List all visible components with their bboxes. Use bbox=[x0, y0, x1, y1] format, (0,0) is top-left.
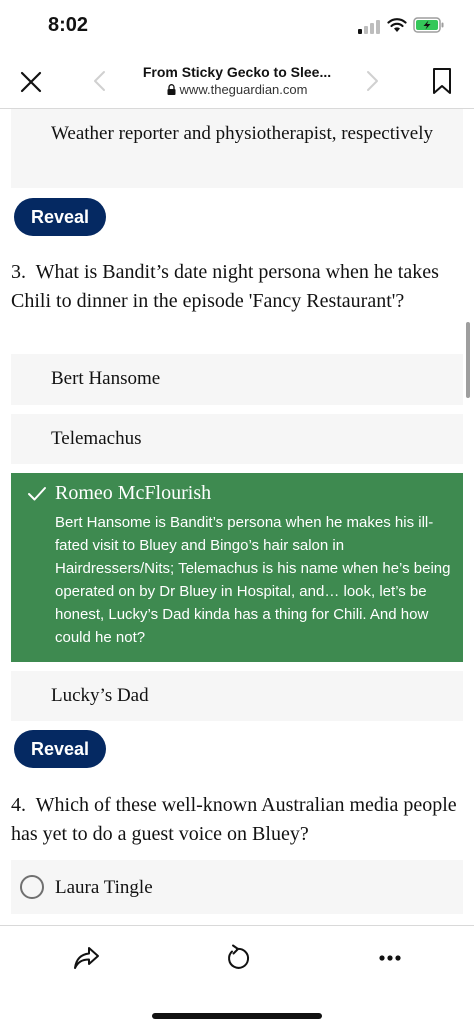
browser-toolbar bbox=[0, 925, 474, 1026]
share-icon[interactable] bbox=[72, 945, 100, 971]
answer-option[interactable]: Laura Tingle bbox=[11, 860, 463, 914]
answer-option[interactable]: Telemachus bbox=[11, 414, 463, 464]
more-icon[interactable] bbox=[378, 954, 402, 962]
reload-icon[interactable] bbox=[223, 944, 251, 972]
question-number: 3. bbox=[11, 261, 26, 283]
check-icon bbox=[28, 487, 46, 501]
answer-label: Laura Tingle bbox=[55, 877, 153, 898]
correct-answer-option[interactable]: Romeo McFlourish Bert Hansome is Bandit’… bbox=[11, 473, 463, 662]
home-indicator[interactable] bbox=[152, 1013, 322, 1019]
answer-label: Lucky’s Dad bbox=[51, 685, 149, 706]
answer-label: Weather reporter and physiotherapist, re… bbox=[51, 123, 434, 144]
status-bar: 8:02 bbox=[0, 0, 474, 54]
question-text: Which of these well-known Australian med… bbox=[11, 794, 457, 845]
back-chevron-icon[interactable] bbox=[92, 70, 106, 92]
forward-chevron-icon[interactable] bbox=[366, 70, 380, 92]
close-icon[interactable] bbox=[18, 69, 44, 95]
signal-icon bbox=[358, 20, 380, 34]
answer-explanation: Bert Hansome is Bandit’s persona when he… bbox=[55, 514, 451, 646]
reveal-button[interactable]: Reveal bbox=[14, 198, 106, 236]
question-text: What is Bandit’s date night persona when… bbox=[11, 261, 439, 312]
radio-button[interactable] bbox=[20, 875, 44, 899]
bookmark-icon[interactable] bbox=[432, 67, 452, 95]
question-4: 4. Which of these well-known Australian … bbox=[11, 791, 463, 849]
status-time: 8:02 bbox=[48, 14, 89, 36]
correct-answer-label: Romeo McFlourish bbox=[55, 482, 212, 504]
browser-nav-bar: From Sticky Gecko to Slee... www.theguar… bbox=[0, 54, 474, 109]
answer-label: Telemachus bbox=[51, 428, 142, 449]
question-number: 4. bbox=[11, 794, 26, 816]
answer-option[interactable]: Lucky’s Dad bbox=[11, 671, 463, 721]
scrollbar[interactable] bbox=[466, 322, 470, 398]
question-3: 3. What is Bandit’s date night persona w… bbox=[11, 258, 463, 316]
lock-icon bbox=[167, 84, 176, 95]
reveal-button[interactable]: Reveal bbox=[14, 730, 106, 768]
wifi-icon bbox=[387, 18, 407, 32]
battery-charging-icon bbox=[413, 17, 444, 33]
article-content: Weather reporter and physiotherapist, re… bbox=[0, 109, 474, 925]
page-url: www.theguardian.com bbox=[118, 82, 356, 97]
answer-option[interactable]: Bert Hansome bbox=[11, 354, 463, 405]
url-text: www.theguardian.com bbox=[179, 82, 308, 97]
answer-label: Bert Hansome bbox=[51, 368, 161, 389]
answer-option[interactable]: Weather reporter and physiotherapist, re… bbox=[11, 109, 463, 188]
page-title: From Sticky Gecko to Slee... bbox=[142, 64, 332, 80]
